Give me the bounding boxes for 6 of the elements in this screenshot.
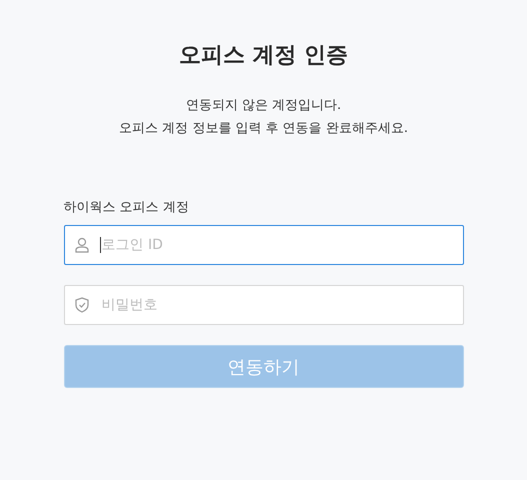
account-label: 하이웍스 오피스 계정 xyxy=(64,199,189,216)
description-text: 연동되지 않은 계정입니다. xyxy=(184,97,342,115)
password-field[interactable]: 비밀번호 xyxy=(64,285,464,325)
login-id-field[interactable]: 로그인 ID xyxy=(64,225,464,265)
description-text: 오피스 계정 정보를 입력 후 연동을 완료해주세요. xyxy=(119,120,408,138)
page-title: 오피스 계정 인증 xyxy=(178,42,348,70)
